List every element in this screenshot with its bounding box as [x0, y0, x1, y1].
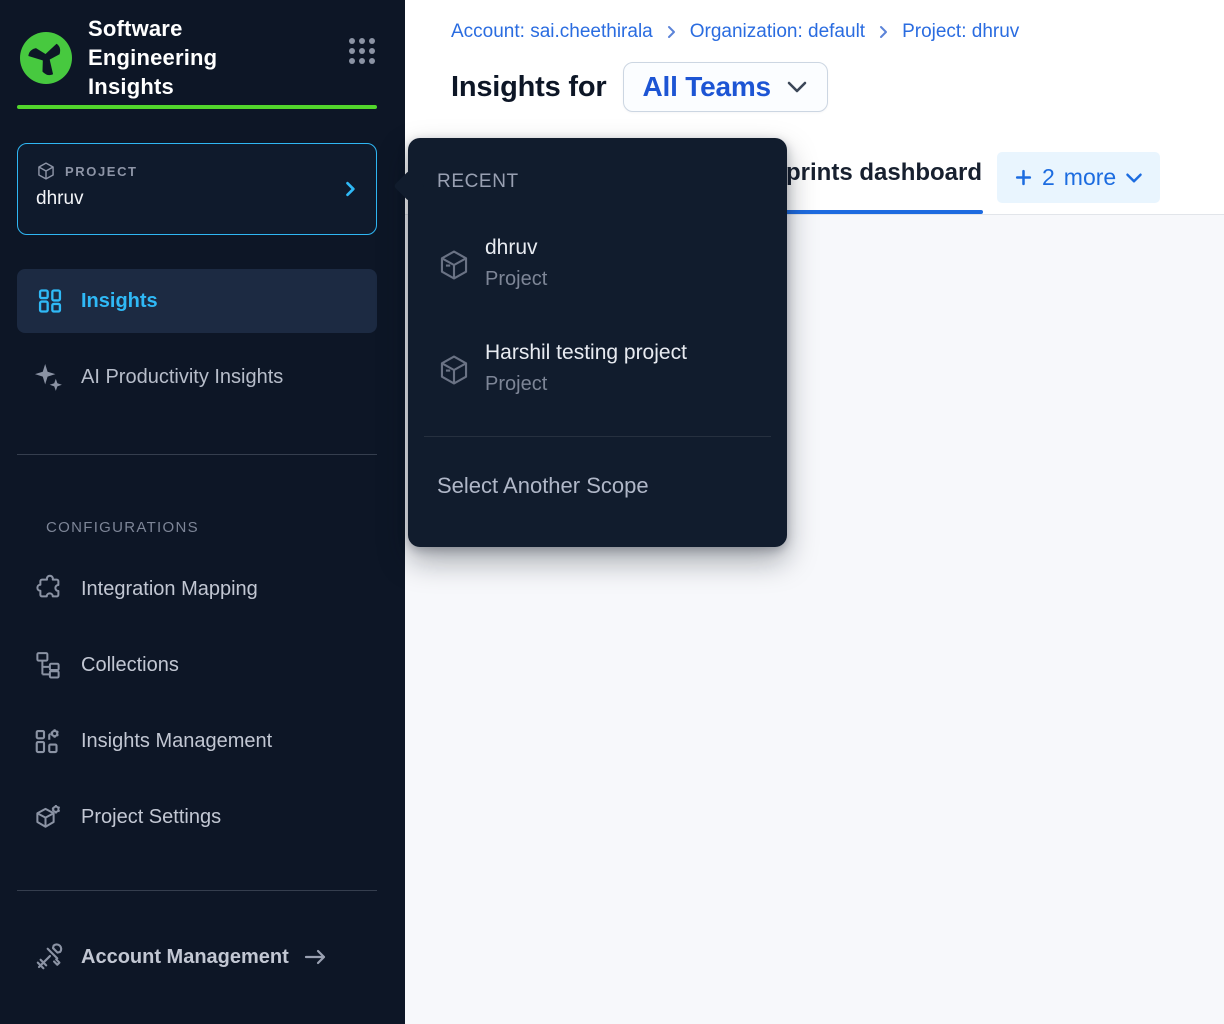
breadcrumb-account[interactable]: Account: sai.cheethirala [451, 21, 653, 43]
page-heading-row: Insights for All Teams [451, 62, 828, 112]
breadcrumb: Account: sai.cheethirala Organization: d… [451, 21, 1019, 43]
breadcrumb-project[interactable]: Project: dhruv [902, 21, 1019, 43]
recent-scope-popup: RECENT dhruv Project Harshil testing pro… [408, 138, 787, 547]
configurations-section-header: CONFIGURATIONS [46, 519, 405, 536]
project-cube-icon [36, 161, 56, 181]
sidebar-header: Software Engineering Insights [20, 14, 377, 101]
sidebar-item-ai-productivity-insights[interactable]: AI Productivity Insights [17, 349, 377, 405]
sidebar: Software Engineering Insights PROJECT dh… [0, 0, 405, 1024]
chevron-right-icon [666, 24, 677, 40]
page-title: Insights for [451, 71, 607, 104]
project-scope-selector[interactable]: PROJECT dhruv [17, 143, 377, 235]
chevron-down-icon [786, 80, 808, 94]
sidebar-item-label: Insights [81, 290, 158, 313]
scope-item-type: Project [485, 268, 547, 291]
sidebar-nav: Insights AI Productivity Insights [17, 269, 377, 405]
apps-grid-icon[interactable] [347, 36, 377, 66]
sidebar-item-collections[interactable]: Collections [33, 642, 377, 688]
arrow-right-icon [301, 945, 331, 969]
more-tabs-dropdown[interactable]: 2 more [997, 152, 1160, 203]
scope-item-type: Project [485, 373, 687, 396]
scope-item-name: dhruv [485, 236, 547, 260]
team-selector-value: All Teams [643, 71, 771, 103]
sidebar-bottom-section: Account Management [17, 890, 377, 980]
plus-icon [1014, 168, 1033, 187]
team-selector-dropdown[interactable]: All Teams [623, 62, 828, 112]
project-card-name: dhruv [36, 188, 358, 210]
sidebar-divider [17, 454, 377, 455]
sidebar-item-insights-management[interactable]: Insights Management [33, 718, 377, 764]
collections-tree-icon [33, 650, 65, 680]
sidebar-item-label: Collections [81, 654, 179, 677]
sidebar-divider [17, 890, 377, 891]
select-another-scope-button[interactable]: Select Another Scope [437, 473, 787, 499]
insights-dashboard-icon [36, 287, 64, 315]
app-title: Software Engineering Insights [88, 14, 246, 101]
project-cube-icon [437, 248, 471, 291]
sidebar-item-label: Project Settings [81, 806, 221, 829]
recent-scope-item-dhruv[interactable]: dhruv Project [437, 236, 787, 291]
sidebar-item-label: Integration Mapping [81, 578, 258, 601]
app-logo-icon [20, 32, 72, 84]
account-management-label: Account Management [81, 946, 289, 969]
account-management-link[interactable]: Account Management [17, 934, 377, 980]
recent-scope-item-harshil-testing-project[interactable]: Harshil testing project Project [437, 341, 787, 396]
puzzle-icon [33, 574, 65, 604]
popup-divider [424, 436, 771, 437]
chevron-right-icon [340, 179, 360, 199]
sidebar-item-insights[interactable]: Insights [17, 269, 377, 333]
tools-icon [33, 941, 65, 973]
sidebar-item-label: Insights Management [81, 730, 272, 753]
sidebar-item-project-settings[interactable]: Project Settings [33, 794, 377, 840]
sparkles-icon [32, 360, 66, 394]
chevron-down-icon [1125, 172, 1143, 184]
chevron-right-icon [878, 24, 889, 40]
insights-management-icon [33, 726, 65, 756]
sidebar-item-integration-mapping[interactable]: Integration Mapping [33, 566, 377, 612]
more-tabs-label: more [1064, 164, 1116, 191]
brand-accent-rule [17, 105, 377, 109]
breadcrumb-organization[interactable]: Organization: default [690, 21, 865, 43]
project-cube-icon [437, 353, 471, 396]
tab-sprints-dashboard[interactable]: prints dashboard [786, 159, 982, 187]
project-settings-icon [33, 802, 65, 832]
project-card-label: PROJECT [65, 164, 138, 179]
more-tabs-count: 2 [1042, 164, 1055, 191]
popup-section-header: RECENT [437, 171, 787, 193]
scope-item-name: Harshil testing project [485, 341, 687, 365]
sidebar-item-label: AI Productivity Insights [81, 366, 283, 389]
